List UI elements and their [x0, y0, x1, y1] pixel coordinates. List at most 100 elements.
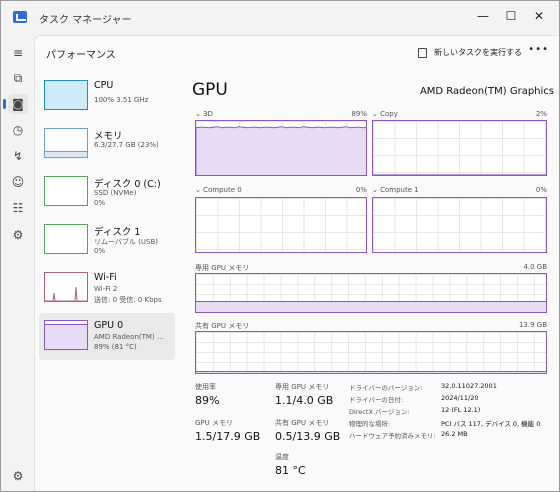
- sidebar-item-wifi[interactable]: Wi-Fi Wi-Fi 2 送信: 0 受信: 0 Kbps: [39, 265, 175, 312]
- startup-apps-icon[interactable]: ↯: [8, 146, 28, 166]
- app-history-icon[interactable]: ◷: [8, 120, 28, 140]
- engine-copy-graph: [372, 120, 547, 176]
- processes-icon[interactable]: ⧉: [8, 68, 28, 88]
- wifi-activity-line: [45, 286, 87, 301]
- engine-3d-label[interactable]: ⌄ 3D: [195, 110, 213, 118]
- engine-3d-series: [196, 126, 366, 175]
- engine-3d-name: 3D: [203, 110, 213, 118]
- disk-1-thumbnail: [44, 224, 88, 254]
- sidebar-item-label: ディスク 0 (C:): [94, 179, 161, 190]
- sidebar-item-label: GPU 0: [94, 320, 124, 331]
- physical-location-label: 物理的な場所:: [349, 420, 391, 428]
- sidebar-item-disk-0[interactable]: ディスク 0 (C:) SSD (NVMe) 0%: [39, 169, 175, 216]
- sidebar-item-detail: リムーバブル (USB): [94, 238, 158, 246]
- sidebar-item-detail: 100% 3.51 GHz: [94, 96, 149, 104]
- run-new-task-button[interactable]: 新しいタスクを実行する: [418, 45, 522, 61]
- sidebar-item-detail: 送信: 0 受信: 0 Kbps: [94, 296, 162, 304]
- sidebar-item-cpu[interactable]: CPU 100% 3.51 GHz: [39, 73, 175, 120]
- navigation-rail: ≡ ⧉ ◙ ◷ ↯ ☺ ☷ ⚙ ⚙: [1, 35, 34, 491]
- temperature-label: 温度: [275, 453, 289, 461]
- engine-compute1-percent: 0%: [535, 186, 547, 194]
- engine-3d-percent: 89%: [351, 110, 367, 118]
- sidebar-item-detail: 6.3/27.7 GB (23%): [94, 141, 159, 149]
- settings-icon[interactable]: ⚙: [8, 466, 28, 486]
- gpu-memory-value: 1.5/17.9 GB: [195, 430, 261, 443]
- engine-copy-percent: 2%: [535, 110, 547, 118]
- sidebar-item-detail: 89% (81 °C): [94, 343, 137, 351]
- directx-version-label: DirectX バージョン:: [349, 408, 410, 416]
- hamburger-menu-icon[interactable]: ≡: [8, 43, 28, 63]
- details-icon[interactable]: ☷: [8, 198, 28, 218]
- sidebar-item-label: ディスク 1: [94, 227, 141, 238]
- run-new-task-label: 新しいタスクを実行する: [434, 48, 522, 57]
- dedicated-memory-label: 専用 GPU メモリ: [195, 264, 250, 272]
- window-title: タスク マネージャー: [39, 15, 132, 26]
- directx-version-value: 12 (FL 12.1): [441, 406, 481, 414]
- sidebar-item-detail: 0%: [94, 199, 106, 207]
- shared-memory-graph: [195, 331, 547, 374]
- engine-compute1-label[interactable]: ⌄ Compute 1: [372, 186, 419, 194]
- gpu-usage-fill: [45, 324, 87, 349]
- close-button[interactable]: ✕: [527, 6, 551, 26]
- task-manager-icon: [13, 11, 27, 23]
- dedicated-memory-stat-value: 1.1/4.0 GB: [275, 394, 334, 407]
- engine-compute1-graph: [372, 197, 547, 253]
- engine-compute1-name: Compute 1: [380, 186, 419, 194]
- usage-label: 使用率: [195, 383, 216, 391]
- physical-location-value: PCI バス 117, デバイス 0, 機能 0: [441, 420, 541, 428]
- driver-version-label: ドライバーのバージョン:: [349, 384, 423, 392]
- gpu-model-name: AMD Radeon(TM) Graphics: [419, 86, 554, 97]
- wifi-thumbnail: [44, 272, 88, 302]
- memory-thumbnail: [44, 128, 88, 158]
- sidebar-item-label: Wi-Fi: [94, 272, 117, 283]
- cpu-thumbnail: [44, 80, 88, 110]
- dedicated-memory-max: 4.0 GB: [523, 263, 547, 271]
- sidebar-item-label: メモリ: [94, 131, 123, 142]
- engine-copy-name: Copy: [380, 110, 398, 118]
- driver-date-label: ドライバーの日付:: [349, 396, 404, 404]
- engine-copy-series: [373, 174, 546, 175]
- shared-memory-stat-value: 0.5/13.9 GB: [275, 430, 341, 443]
- shared-memory-max: 13.9 GB: [518, 321, 547, 329]
- sidebar-item-detail: AMD Radeon(TM) ...: [94, 333, 164, 341]
- title-bar: タスク マネージャー — ☐ ✕: [1, 1, 559, 35]
- engine-compute0-name: Compute 0: [203, 186, 242, 194]
- gpu-heading: GPU: [192, 80, 228, 100]
- page-header: パフォーマンス 新しいタスクを実行する •••: [35, 36, 559, 68]
- dedicated-memory-fill: [196, 300, 546, 312]
- shared-memory-stat-label: 共有 GPU メモリ: [275, 419, 330, 427]
- task-manager-window: タスク マネージャー — ☐ ✕ ≡ ⧉ ◙ ◷ ↯ ☺ ☷ ⚙ ⚙ パフォーマ…: [0, 0, 560, 492]
- disk-0-thumbnail: [44, 176, 88, 206]
- services-icon[interactable]: ⚙: [8, 225, 28, 245]
- maximize-button[interactable]: ☐: [499, 6, 523, 26]
- shared-memory-label: 共有 GPU メモリ: [195, 322, 250, 330]
- memory-usage-fill: [45, 150, 87, 157]
- sidebar-item-memory[interactable]: メモリ 6.3/27.7 GB (23%): [39, 121, 175, 168]
- page-title: パフォーマンス: [46, 50, 116, 61]
- users-icon[interactable]: ☺: [8, 172, 28, 192]
- driver-version-value: 32.0.11027.2001: [441, 382, 497, 390]
- more-options-button[interactable]: •••: [528, 44, 549, 55]
- dedicated-memory-graph: [195, 273, 547, 313]
- sidebar-item-detail: 0%: [94, 247, 106, 255]
- dedicated-memory-stat-label: 専用 GPU メモリ: [275, 383, 330, 391]
- performance-icon[interactable]: ◙: [3, 94, 28, 114]
- sidebar-item-gpu-0[interactable]: GPU 0 AMD Radeon(TM) ... 89% (81 °C): [39, 313, 175, 360]
- performance-panel: パフォーマンス 新しいタスクを実行する ••• CPU 100% 3.51 GH…: [34, 35, 559, 491]
- engine-compute0-label[interactable]: ⌄ Compute 0: [195, 186, 242, 194]
- gpu-0-thumbnail: [44, 320, 88, 350]
- gpu-memory-label: GPU メモリ: [195, 419, 233, 427]
- engine-3d-graph: [195, 120, 367, 176]
- engine-copy-label[interactable]: ⌄ Copy: [372, 110, 398, 118]
- shared-memory-fill: [196, 371, 546, 373]
- temperature-value: 81 °C: [275, 464, 306, 477]
- sidebar-item-disk-1[interactable]: ディスク 1 リムーバブル (USB) 0%: [39, 217, 175, 264]
- sidebar-item-detail: SSD (NVMe): [94, 189, 137, 197]
- driver-date-value: 2024/11/20: [441, 394, 479, 402]
- sidebar-item-detail: Wi-Fi 2: [94, 285, 118, 293]
- cpu-usage-fill: [45, 81, 87, 109]
- sidebar-item-label: CPU: [94, 80, 114, 91]
- reserved-memory-label: ハードウェア予約済みメモリ:: [349, 432, 436, 440]
- minimize-button[interactable]: —: [471, 6, 495, 26]
- reserved-memory-value: 26.2 MB: [441, 430, 468, 438]
